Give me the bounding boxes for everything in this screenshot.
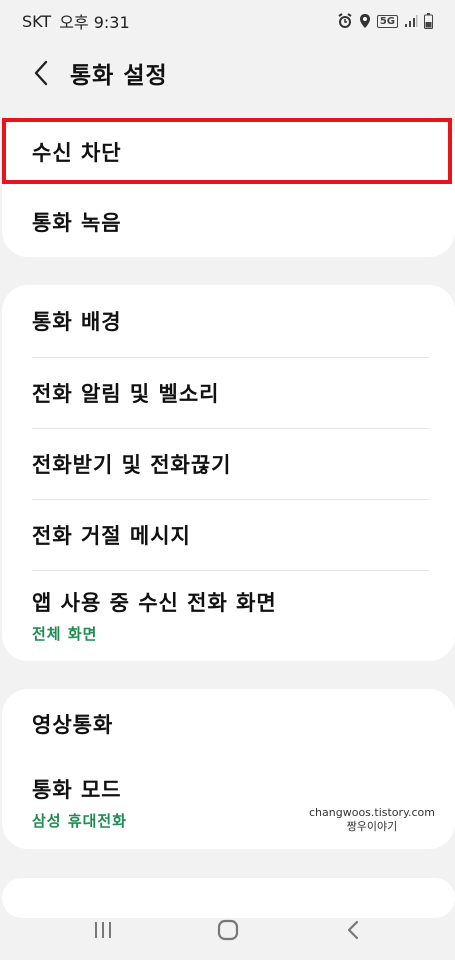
home-button[interactable] <box>208 910 248 950</box>
back-button[interactable] <box>26 53 56 93</box>
settings-group-2: 통화 배경 전화 알림 및 벨소리 전화받기 및 전화끊기 전화 거절 메시지 … <box>2 285 455 661</box>
watermark: changwoos.tistory.com 짱우이야기 <box>309 806 435 834</box>
clock: 오후 9:31 <box>59 13 130 32</box>
status-bar: SKT 오후 9:31 5G <box>0 0 455 42</box>
item-label: 전화받기 및 전화끊기 <box>32 453 232 477</box>
signal-icon <box>404 14 418 28</box>
nav-back-button[interactable] <box>333 910 373 950</box>
item-subtitle: 전체 화면 <box>32 624 98 643</box>
network-label: 5G <box>376 14 398 28</box>
item-label: 전화 거절 메시지 <box>32 524 191 548</box>
recent-apps-icon <box>94 922 111 938</box>
back-icon <box>347 920 358 940</box>
incoming-call-display-item[interactable]: 앱 사용 중 수신 전화 화면 전체 화면 <box>2 571 455 659</box>
item-label: 통화 녹음 <box>32 211 122 235</box>
call-block-item[interactable]: 수신 차단 <box>2 117 455 187</box>
reject-messages-item[interactable]: 전화 거절 메시지 <box>2 500 455 570</box>
item-label: 전화 알림 및 벨소리 <box>32 382 220 406</box>
navigation-bar <box>0 900 455 960</box>
recent-apps-button[interactable] <box>83 910 123 950</box>
location-icon <box>359 13 371 29</box>
call-background-item[interactable]: 통화 배경 <box>2 285 455 357</box>
video-call-item[interactable]: 영상통화 <box>2 689 455 759</box>
carrier-label: SKT <box>22 11 52 31</box>
battery-icon <box>424 13 433 29</box>
ringtone-item[interactable]: 전화 알림 및 벨소리 <box>2 358 455 428</box>
watermark-name: 짱우이야기 <box>346 820 398 833</box>
home-icon <box>217 919 238 941</box>
settings-group-1: 수신 차단 통화 녹음 <box>2 117 455 257</box>
alarm-icon <box>337 13 353 29</box>
page-title: 통화 설정 <box>70 63 168 89</box>
app-header: 통화 설정 <box>0 42 455 104</box>
item-label: 앱 사용 중 수신 전화 화면 <box>32 590 277 615</box>
call-recording-item[interactable]: 통화 녹음 <box>2 187 455 257</box>
item-label: 수신 차단 <box>32 141 122 165</box>
watermark-url: changwoos.tistory.com <box>309 806 435 819</box>
item-label: 통화 배경 <box>32 310 122 334</box>
item-label: 통화 모드 <box>32 777 122 802</box>
answer-end-calls-item[interactable]: 전화받기 및 전화끊기 <box>2 429 455 499</box>
chevron-left-icon <box>34 60 48 86</box>
item-label: 영상통화 <box>32 713 114 737</box>
